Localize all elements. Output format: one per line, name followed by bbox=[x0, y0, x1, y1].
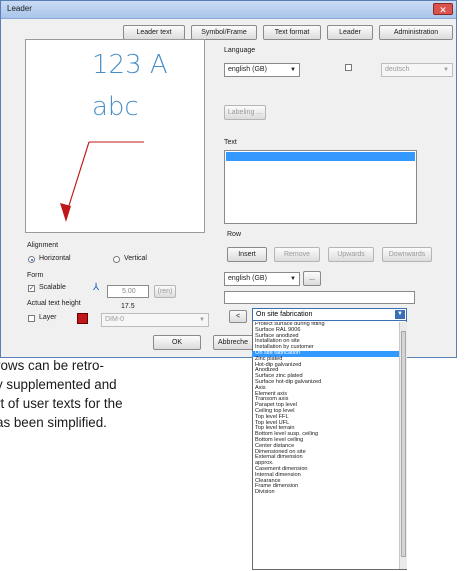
caption-line-2: y supplemented and bbox=[0, 377, 117, 392]
chevron-down-icon: ▼ bbox=[199, 317, 205, 323]
fabrication-combo[interactable]: On site fabrication ▼ bbox=[252, 308, 407, 321]
tab-leader[interactable]: Leader bbox=[327, 25, 373, 40]
title-bar: Leader ✕ bbox=[1, 1, 456, 19]
row-language-select[interactable]: english (GB) ▼ bbox=[224, 272, 300, 286]
tab-text-format[interactable]: Text format bbox=[263, 25, 321, 40]
row-language-more-button[interactable]: ... bbox=[303, 271, 321, 286]
labeling-button: Labeling ... bbox=[224, 105, 266, 120]
layer-label: Layer bbox=[39, 314, 57, 321]
text-label: Text bbox=[224, 139, 237, 146]
caption-line-3: rt of user texts for the bbox=[0, 396, 123, 411]
text-size-input[interactable]: 5.00 bbox=[107, 285, 149, 298]
layer-checkbox[interactable] bbox=[28, 315, 35, 322]
row-language-value: english (GB) bbox=[228, 275, 267, 282]
layer-value: DIM-0 bbox=[105, 316, 125, 323]
leader-arrow-graphic bbox=[60, 141, 144, 222]
language-secondary-value: deutsch bbox=[385, 66, 410, 73]
caption-line-1: rows can be retro- bbox=[0, 358, 104, 373]
language-label: Language bbox=[224, 47, 256, 54]
dropdown-options: Protect surface during fitting Surface RA… bbox=[252, 322, 399, 569]
alignment-label: Alignment bbox=[27, 242, 59, 249]
downwards-button: Downwards bbox=[382, 247, 432, 262]
dropdown-scrollbar[interactable] bbox=[399, 322, 407, 569]
insert-button[interactable]: Insert bbox=[227, 247, 267, 262]
text-size-value: 5.00 bbox=[122, 288, 136, 295]
tab-symbol-frame[interactable]: Symbol/Frame bbox=[191, 25, 257, 40]
second-language-checkbox[interactable] bbox=[345, 64, 352, 71]
row-text-input[interactable] bbox=[224, 291, 415, 304]
remove-button: Remove bbox=[274, 247, 320, 262]
tab-administration[interactable]: Administration bbox=[379, 25, 453, 40]
fabrication-combo-value: On site fabrication bbox=[256, 311, 313, 318]
vertical-radio-label: Vertical bbox=[124, 255, 147, 262]
horizontal-radio-label: Horizontal bbox=[39, 255, 71, 262]
caption-block: rows can be retro- y supplemented and rt… bbox=[0, 356, 248, 476]
ok-button[interactable]: OK bbox=[153, 335, 201, 350]
window-title: Leader bbox=[7, 4, 32, 13]
language-primary-value: english (GB) bbox=[228, 66, 267, 73]
row-label: Row bbox=[227, 231, 242, 238]
chevron-down-icon[interactable]: ▼ bbox=[395, 310, 405, 319]
upwards-button: Upwards bbox=[328, 247, 374, 262]
caption-line-4: as been simplified. bbox=[0, 415, 107, 430]
text-height-icon: ⅄ bbox=[93, 282, 100, 293]
chevron-down-icon: ▼ bbox=[290, 67, 296, 73]
scalable-label: Scalable bbox=[39, 284, 66, 291]
text-list-selected-row[interactable] bbox=[226, 152, 415, 161]
tab-leader-text[interactable]: Leader text bbox=[123, 25, 185, 40]
leader-preview: 123 A abc bbox=[25, 39, 205, 233]
scalable-checkbox[interactable]: ✓ bbox=[28, 285, 35, 292]
close-icon[interactable]: ✕ bbox=[433, 3, 453, 15]
text-size-button: (ren) bbox=[154, 285, 176, 298]
caption-text: rows can be retro- y supplemented and rt… bbox=[0, 356, 123, 432]
dropdown-option[interactable]: Division bbox=[252, 489, 399, 496]
text-list[interactable] bbox=[224, 150, 417, 224]
form-label: Form bbox=[27, 272, 44, 279]
cancel-button[interactable]: Abbreche bbox=[213, 335, 255, 350]
language-primary-select[interactable]: english (GB) ▼ bbox=[224, 63, 300, 77]
chevron-down-icon: ▼ bbox=[290, 276, 296, 282]
dropdown-scroll-thumb[interactable] bbox=[401, 331, 406, 557]
chevron-down-icon: ▼ bbox=[443, 67, 449, 73]
actual-text-height-value: 17.5 bbox=[121, 303, 135, 310]
actual-text-height-label: Actual text height bbox=[27, 300, 81, 307]
language-secondary-select: deutsch ▼ bbox=[381, 63, 453, 77]
insert-text-prev-button[interactable]: < bbox=[229, 310, 247, 323]
horizontal-radio[interactable] bbox=[28, 256, 35, 263]
layer-color-swatch[interactable] bbox=[77, 313, 88, 324]
layer-select: DIM-0 ▼ bbox=[101, 313, 209, 327]
leader-dialog: Leader ✕ Leader text Symbol/Frame Text f… bbox=[0, 0, 457, 358]
vertical-radio[interactable] bbox=[113, 256, 120, 263]
